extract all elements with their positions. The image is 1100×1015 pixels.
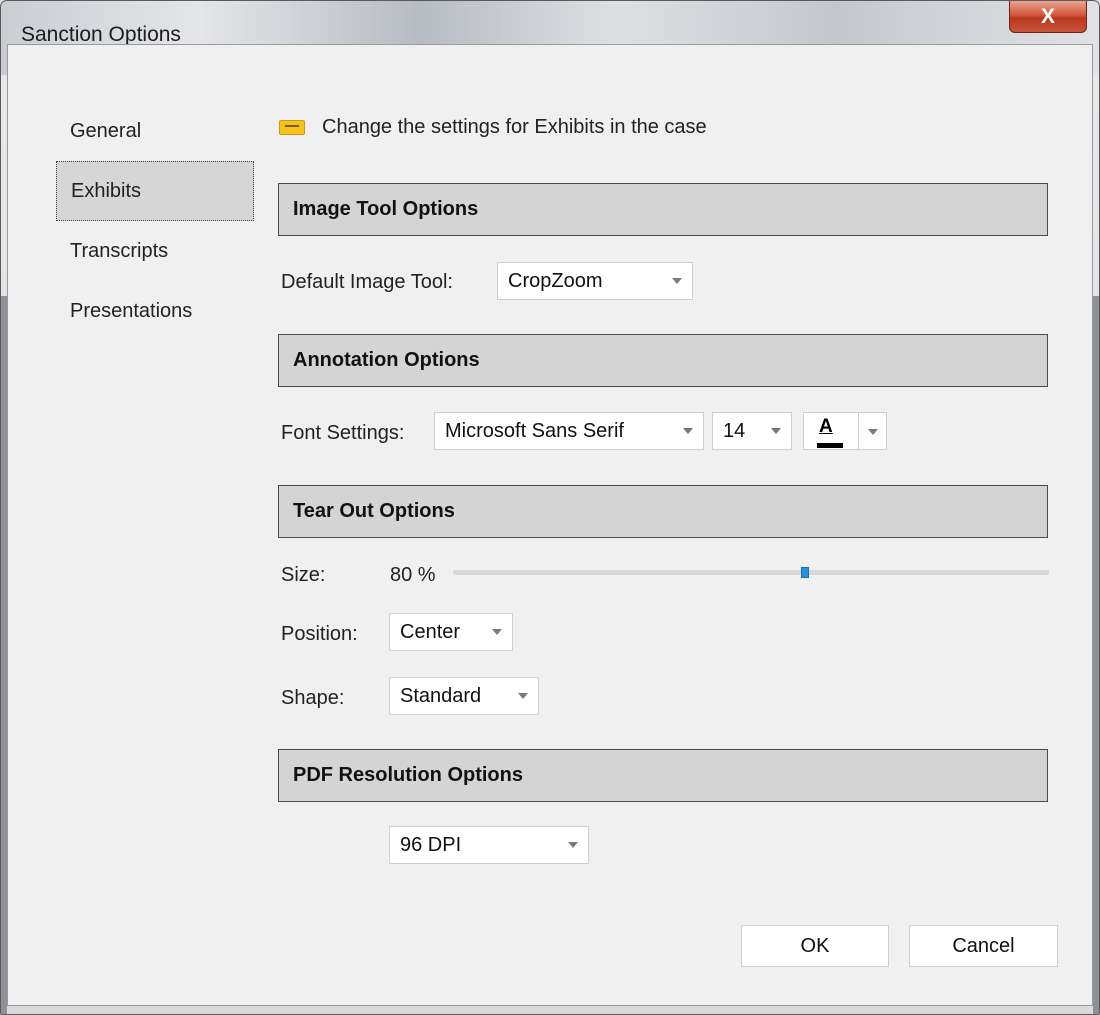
- font-color-swatch: [817, 443, 843, 448]
- nav-item-presentations[interactable]: Presentations: [56, 281, 254, 341]
- font-size-select[interactable]: 14: [712, 412, 792, 450]
- cancel-button-label: Cancel: [952, 934, 1015, 957]
- default-image-tool-value: CropZoom: [508, 269, 603, 292]
- dialog-content: General Exhibits Transcripts Presentatio…: [0, 0, 1100, 1015]
- shape-label: Shape:: [281, 687, 345, 709]
- size-label: Size:: [281, 564, 326, 586]
- chevron-down-icon: [568, 842, 578, 848]
- chevron-down-icon: [672, 278, 682, 284]
- nav-item-label: Transcripts: [70, 239, 169, 262]
- page-description: Change the settings for Exhibits in the …: [322, 116, 707, 138]
- size-value: 80 %: [390, 564, 436, 586]
- font-color-icon: A: [819, 416, 833, 437]
- section-title: Tear Out Options: [293, 500, 455, 522]
- pdf-resolution-value: 96 DPI: [400, 833, 462, 856]
- ok-button[interactable]: OK: [741, 925, 889, 967]
- section-title: Annotation Options: [293, 349, 480, 371]
- font-family-select[interactable]: Microsoft Sans Serif: [434, 412, 704, 450]
- font-color-dropdown[interactable]: [859, 412, 887, 450]
- nav-item-exhibits[interactable]: Exhibits: [56, 161, 254, 221]
- font-settings-label: Font Settings:: [281, 422, 405, 444]
- nav-item-transcripts[interactable]: Transcripts: [56, 221, 254, 281]
- section-pdf-resolution: PDF Resolution Options: [278, 749, 1048, 802]
- position-label: Position:: [281, 623, 358, 645]
- chevron-down-icon: [771, 428, 781, 434]
- default-image-tool-label: Default Image Tool:: [281, 271, 453, 293]
- position-select[interactable]: Center: [389, 613, 513, 651]
- exhibit-sticker-icon: [279, 120, 305, 135]
- section-tear-out: Tear Out Options: [278, 485, 1048, 538]
- pdf-resolution-select[interactable]: 96 DPI: [389, 826, 589, 864]
- size-slider-thumb[interactable]: [800, 567, 809, 578]
- shape-value: Standard: [400, 684, 482, 707]
- shape-select[interactable]: Standard: [389, 677, 539, 715]
- page-header: Change the settings for Exhibits in the …: [279, 116, 707, 139]
- chevron-down-icon: [518, 693, 528, 699]
- nav-item-general[interactable]: General: [56, 101, 254, 161]
- section-annotation: Annotation Options: [278, 334, 1048, 387]
- section-image-tool: Image Tool Options: [278, 183, 1048, 236]
- ok-button-label: OK: [800, 934, 830, 957]
- nav-item-label: Exhibits: [71, 179, 142, 202]
- chevron-down-icon: [492, 629, 502, 635]
- font-size-value: 14: [723, 419, 746, 442]
- font-family-value: Microsoft Sans Serif: [445, 419, 624, 442]
- chevron-down-icon: [868, 429, 878, 435]
- chevron-down-icon: [683, 428, 693, 434]
- section-title: Image Tool Options: [293, 198, 479, 220]
- position-value: Center: [400, 620, 461, 643]
- nav-item-label: Presentations: [70, 299, 193, 322]
- nav-item-label: General: [70, 119, 142, 142]
- default-image-tool-select[interactable]: CropZoom: [497, 262, 693, 300]
- font-color-button[interactable]: A: [803, 412, 859, 450]
- cancel-button[interactable]: Cancel: [909, 925, 1058, 967]
- size-slider[interactable]: [453, 567, 1049, 578]
- section-title: PDF Resolution Options: [293, 764, 523, 786]
